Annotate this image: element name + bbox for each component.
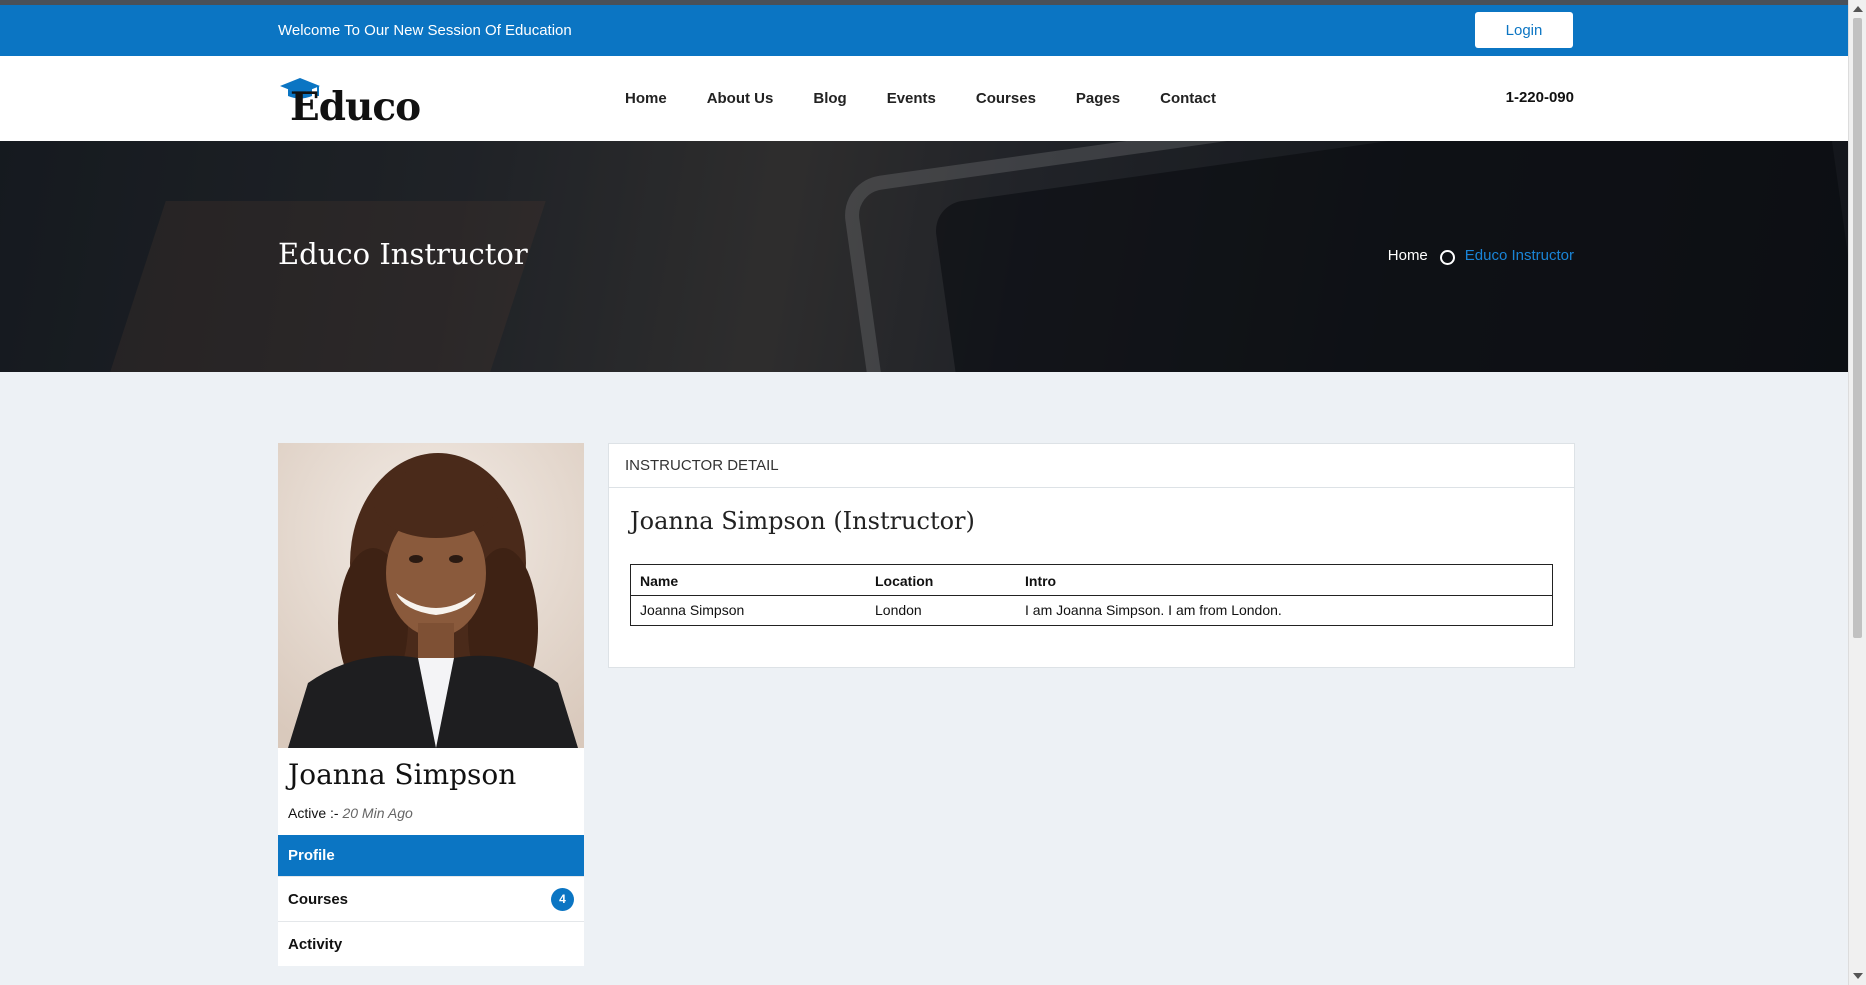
phone-number: 1-220-090 (1505, 89, 1574, 106)
courses-count-badge: 4 (551, 887, 574, 911)
cell-location: London (866, 595, 1016, 626)
site-header: Educo Home About Us Blog Events Courses … (0, 56, 1848, 141)
breadcrumb-circle-icon (1439, 250, 1455, 265)
vertical-scrollbar[interactable] (1848, 0, 1866, 985)
login-button[interactable]: Login (1475, 12, 1573, 48)
detail-header-label: INSTRUCTOR DETAIL (625, 457, 779, 474)
table-header-row: Name Location Intro (631, 565, 1553, 596)
menu-courses[interactable]: Courses 4 (278, 876, 584, 921)
nav-events[interactable]: Events (887, 90, 936, 107)
menu-profile-label: Profile (288, 847, 335, 864)
active-time: 20 Min Ago (342, 805, 413, 821)
cell-name: Joanna Simpson (630, 595, 866, 626)
column-header-intro: Intro (1025, 573, 1057, 589)
nav-contact[interactable]: Contact (1160, 90, 1216, 107)
detail-panel-header: INSTRUCTOR DETAIL (609, 444, 1574, 488)
cell-intro: I am Joanna Simpson. I am from London. (1016, 595, 1553, 626)
page-title: Educo Instructor (278, 237, 528, 271)
instructor-table: Name Location Intro Joanna Simpson Londo… (630, 564, 1553, 626)
menu-activity-label: Activity (288, 935, 343, 953)
logo-text: Educo (290, 84, 421, 130)
nav-home[interactable]: Home (625, 90, 667, 107)
instructor-profile-card: Joanna Simpson Active :- 20 Min Ago Prof… (278, 443, 584, 966)
top-bar: Welcome To Our New Session Of Education … (0, 5, 1848, 56)
main-nav: Home About Us Blog Events Courses Pages … (625, 56, 1256, 141)
menu-profile[interactable]: Profile (278, 835, 584, 876)
nav-courses[interactable]: Courses (976, 90, 1036, 107)
table-row: Joanna Simpson London I am Joanna Simpso… (630, 595, 1553, 626)
logo[interactable]: Educo (278, 76, 421, 130)
nav-about-us[interactable]: About Us (707, 90, 774, 107)
instructor-detail-panel: INSTRUCTOR DETAIL Joanna Simpson (Instru… (608, 443, 1575, 668)
profile-info: Joanna Simpson Active :- 20 Min Ago (278, 748, 584, 835)
instructor-photo (278, 443, 584, 748)
page-banner: Educo Instructor Home Educo Instructor (0, 141, 1848, 372)
breadcrumb-current: Educo Instructor (1464, 247, 1574, 264)
menu-courses-label: Courses (288, 890, 349, 908)
scroll-up-arrow-icon[interactable] (1853, 6, 1863, 12)
welcome-text: Welcome To Our New Session Of Education (278, 22, 572, 39)
nav-pages[interactable]: Pages (1076, 90, 1120, 107)
scroll-down-arrow-icon[interactable] (1853, 973, 1863, 979)
column-header-name: Name (640, 573, 679, 589)
column-header-location: Location (875, 573, 934, 589)
menu-activity[interactable]: Activity (278, 921, 584, 966)
instructor-name: Joanna Simpson (288, 758, 517, 791)
nav-blog[interactable]: Blog (813, 90, 846, 107)
scrollbar-thumb[interactable] (1853, 18, 1862, 638)
active-label: Active :- (288, 805, 339, 821)
breadcrumb-home[interactable]: Home (1388, 247, 1428, 264)
active-status: Active :- 20 Min Ago (288, 805, 574, 821)
breadcrumb: Home Educo Instructor (1388, 247, 1574, 265)
page: Welcome To Our New Session Of Education … (0, 0, 1848, 985)
detail-title: Joanna Simpson (Instructor) (630, 507, 975, 535)
